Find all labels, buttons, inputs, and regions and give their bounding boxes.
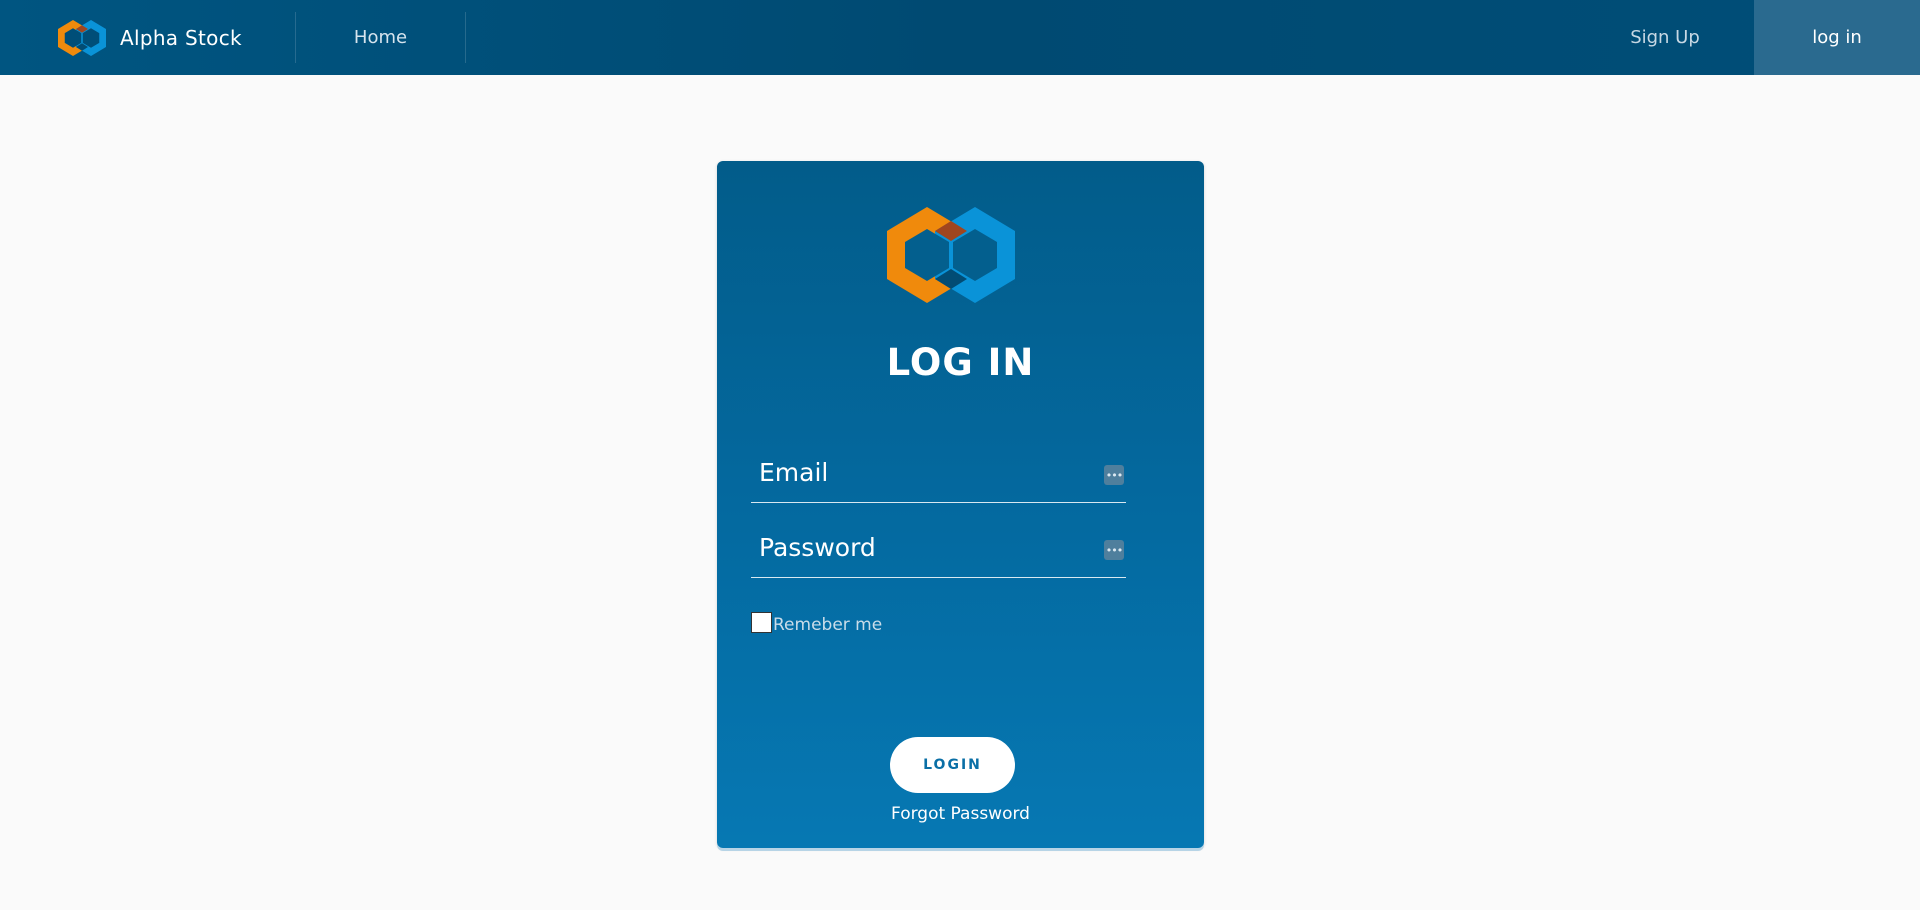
login-button[interactable]: LOGIN <box>890 737 1015 793</box>
password-field-wrapper: ••• <box>751 518 1126 578</box>
nav-signup-link[interactable]: Sign Up <box>1605 0 1725 75</box>
email-field-wrapper: ••• <box>751 443 1126 503</box>
hexagon-logo-icon <box>58 19 106 56</box>
remember-me-checkbox[interactable] <box>751 611 772 633</box>
header-spacer <box>466 0 1605 75</box>
login-title: LOG IN <box>886 341 1035 384</box>
hexagon-logo-icon <box>887 207 1015 303</box>
email-input[interactable] <box>751 443 1126 502</box>
top-navbar: Alpha Stock Home Sign Up log in <box>0 0 1920 75</box>
brand-name: Alpha Stock <box>120 25 242 50</box>
password-input[interactable] <box>751 518 1126 577</box>
brand[interactable]: Alpha Stock <box>0 12 296 63</box>
login-card: LOG IN ••• ••• Remeber me LOGIN Forgot P… <box>717 161 1204 848</box>
password-manager-icon[interactable]: ••• <box>1104 540 1124 560</box>
nav-home-link[interactable]: Home <box>296 12 466 63</box>
forgot-password-link[interactable]: Forgot Password <box>717 804 1204 824</box>
remember-me-label: Remeber me <box>773 615 883 635</box>
password-manager-icon[interactable]: ••• <box>1104 465 1124 485</box>
remember-me[interactable]: Remeber me <box>751 609 882 635</box>
nav-login-link[interactable]: log in <box>1754 0 1920 75</box>
